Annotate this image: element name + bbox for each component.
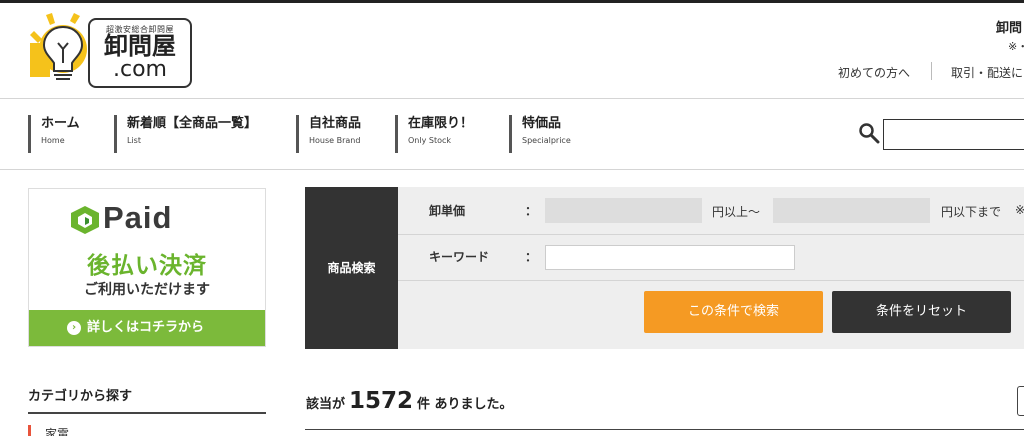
result-prefix: 該当が <box>306 397 346 412</box>
site-logo[interactable]: 超激安総合卸問屋 卸問屋 .com <box>30 13 195 91</box>
header-title-truncated: 卸問 <box>996 21 1023 36</box>
nav-sublabel: Home <box>41 136 65 145</box>
header-link-divider <box>931 62 932 80</box>
paid-cta-button[interactable]: › 詳しくはコチラから <box>29 310 265 346</box>
search-submit-button[interactable]: この条件で検索 <box>644 291 823 333</box>
paid-brand-name: Paid <box>103 200 173 235</box>
reset-button[interactable]: 条件をリセット <box>832 291 1011 333</box>
price-label: 卸単価 <box>429 204 466 218</box>
arrow-right-icon: › <box>67 321 81 335</box>
category-section-title: カテゴリから探す <box>28 389 133 404</box>
result-divider <box>305 429 1024 430</box>
price-min-input[interactable] <box>545 198 702 223</box>
product-search-panel: 商品検索 卸単価 ： 円以上～ 円以下まで ※ キーワード ： この条件で検索 … <box>305 187 1024 349</box>
nav-item-only-stock[interactable]: 在庫限り！ Only Stock <box>395 115 473 153</box>
category-title-underline <box>28 412 266 414</box>
nav-sublabel: Only Stock <box>408 136 452 145</box>
logo-name: 卸問屋 <box>104 32 176 60</box>
keyword-colon: ： <box>525 250 538 264</box>
nav-sublabel: House Brand <box>309 136 361 145</box>
keyword-label: キーワード <box>429 250 490 264</box>
search-panel-title: 商品検索 <box>305 187 398 349</box>
result-number: 1572 <box>349 388 414 414</box>
nav-label: 特価品 <box>522 116 562 131</box>
price-max-input[interactable] <box>773 198 930 223</box>
price-note: ※ <box>1015 203 1024 217</box>
paid-logo-icon <box>71 206 99 234</box>
nav-label: ホーム <box>41 116 80 131</box>
price-max-unit: 円以下まで <box>941 205 1002 219</box>
result-suffix: 件 ありました。 <box>417 397 513 412</box>
nav-item-home[interactable]: ホーム Home <box>28 115 80 153</box>
category-item-appliances[interactable]: 家電 <box>28 425 69 436</box>
logo-domain: .com <box>113 57 167 82</box>
row-divider <box>398 280 1024 281</box>
search-icon[interactable] <box>858 122 880 144</box>
row-divider <box>398 234 1024 235</box>
paid-headline: 後払い決済 <box>87 253 207 279</box>
paid-subtext: ご利用いただけます <box>84 282 210 298</box>
paid-cta-label: 詳しくはコチラから <box>87 320 205 335</box>
price-colon: ： <box>525 204 538 218</box>
price-min-unit: 円以上～ <box>712 205 761 219</box>
nav-label: 新着順【全商品一覧】 <box>127 116 258 131</box>
nav-sublabel: Specialprice <box>522 136 571 145</box>
nav-label: 在庫限り！ <box>408 116 474 131</box>
paid-banner[interactable]: Paid 後払い決済 ご利用いただけます › 詳しくはコチラから <box>28 188 266 347</box>
site-header: 超激安総合卸問屋 卸問屋 .com 卸問 ※・ 初めての方へ 取引・配送に <box>0 3 1024 99</box>
shipping-info-link[interactable]: 取引・配送に <box>951 64 1023 81</box>
site-search-input[interactable] <box>883 119 1024 150</box>
result-count: 該当が 1572 件 ありました。 <box>306 388 513 414</box>
nav-sublabel: List <box>127 136 141 145</box>
nav-divider <box>0 169 1024 170</box>
keyword-input[interactable] <box>545 245 795 270</box>
nav-item-house-brand[interactable]: 自社商品 House Brand <box>296 115 361 153</box>
nav-item-special-price[interactable]: 特価品 Specialprice <box>509 115 571 153</box>
sort-select[interactable] <box>1017 386 1024 416</box>
nav-item-list[interactable]: 新着順【全商品一覧】 List <box>114 115 257 153</box>
nav-label: 自社商品 <box>309 116 362 131</box>
header-note-truncated: ※・ <box>1008 40 1024 53</box>
first-time-guide-link[interactable]: 初めての方へ <box>838 64 910 81</box>
